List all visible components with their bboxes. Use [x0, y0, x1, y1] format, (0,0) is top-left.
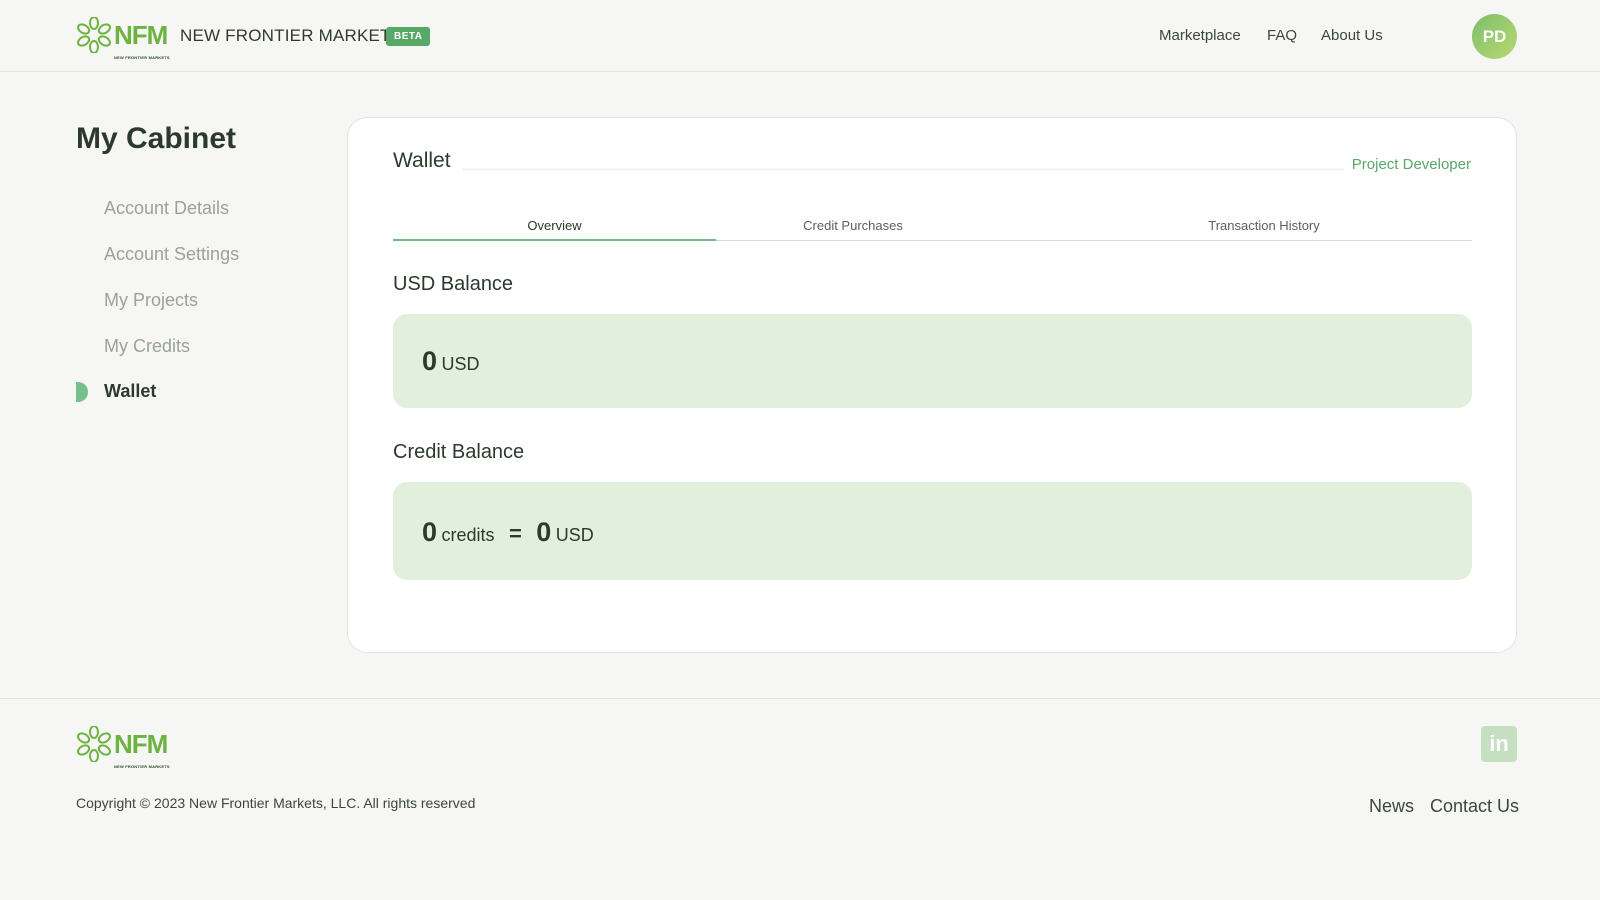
wallet-card: Wallet Project Developer Overview Credit… — [347, 117, 1517, 653]
credit-balance-label: Credit Balance — [393, 441, 525, 463]
usd-balance-box: 0 USD — [393, 314, 1472, 408]
tab-overview[interactable]: Overview — [393, 218, 716, 233]
page-footer: NFM NEW FRONTIER MARKETS in Copyright © … — [0, 698, 1600, 900]
page-title: My Cabinet — [76, 122, 237, 155]
top-header: NFM NEW FRONTIER MARKETS NEW FRONTIER MA… — [0, 0, 1600, 72]
brand-name: NEW FRONTIER MARKETS — [180, 26, 403, 45]
equals-sign: = — [508, 521, 522, 546]
logo-subtext: NEW FRONTIER MARKETS — [114, 55, 170, 60]
brand-logo[interactable]: NFM NEW FRONTIER MARKETS — [76, 17, 170, 60]
user-avatar[interactable]: PD — [1472, 14, 1517, 59]
sidebar-item-my-credits[interactable]: My Credits — [104, 336, 190, 357]
linkedin-icon[interactable]: in — [1481, 726, 1517, 762]
credit-balance-unit: credits — [441, 525, 495, 545]
credit-usd-amount: 0 — [536, 517, 552, 547]
sidebar-item-my-projects[interactable]: My Projects — [104, 290, 198, 311]
nav-faq[interactable]: FAQ — [1267, 27, 1297, 44]
sidebar-item-account-details[interactable]: Account Details — [104, 198, 229, 219]
copyright-text: Copyright © 2023 New Frontier Markets, L… — [76, 795, 476, 811]
title-divider — [463, 169, 1343, 170]
usd-balance-label: USD Balance — [393, 273, 514, 295]
active-tab-underline — [393, 239, 716, 241]
beta-badge: BETA — [386, 27, 431, 46]
wallet-tabs: Overview Credit Purchases Transaction Hi… — [393, 218, 1472, 241]
usd-balance-amount: 0 — [422, 346, 438, 376]
leaf-wreath-icon — [76, 726, 112, 762]
footer-logo-subtext: NEW FRONTIER MARKETS — [114, 764, 170, 769]
footer-logo[interactable]: NFM NEW FRONTIER MARKETS — [76, 726, 170, 769]
wallet-title: Wallet — [393, 149, 451, 172]
leaf-wreath-icon — [76, 17, 112, 53]
nav-marketplace[interactable]: Marketplace — [1159, 27, 1241, 44]
credit-balance-box: 0 credits = 0 USD — [393, 482, 1472, 580]
tab-transaction-history[interactable]: Transaction History — [1189, 218, 1339, 233]
logo-text: NFM NEW FRONTIER MARKETS — [114, 22, 170, 60]
footer-link-news[interactable]: News — [1369, 796, 1414, 817]
credit-usd-unit: USD — [555, 525, 594, 545]
credit-balance-amount: 0 — [422, 517, 438, 547]
active-indicator — [76, 382, 88, 402]
nav-about-us[interactable]: About Us — [1321, 27, 1383, 44]
footer-logo-text: NFM NEW FRONTIER MARKETS — [114, 731, 170, 769]
usd-balance-unit: USD — [441, 354, 480, 374]
sidebar-item-account-settings[interactable]: Account Settings — [104, 244, 239, 265]
role-label: Project Developer — [1351, 156, 1471, 173]
footer-link-contact-us[interactable]: Contact Us — [1430, 796, 1519, 817]
sidebar-item-wallet[interactable]: Wallet — [104, 381, 156, 402]
tab-credit-purchases[interactable]: Credit Purchases — [778, 218, 928, 233]
